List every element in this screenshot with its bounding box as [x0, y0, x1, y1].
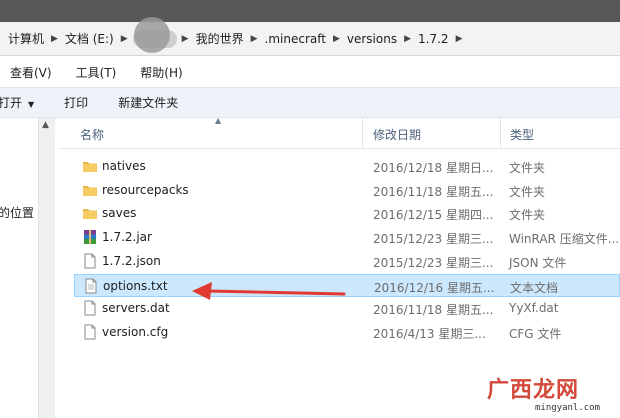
open-button-label: 打开 — [0, 96, 23, 110]
watermark-url: mingyanl.com — [535, 403, 601, 413]
arrow-head — [192, 282, 212, 300]
breadcrumb-drive-e[interactable]: 文档 (E:) — [61, 30, 118, 47]
navigation-pane: 的位置 — [0, 118, 38, 418]
breadcrumb-separator-icon[interactable]: ▶ — [248, 34, 261, 44]
menu-bar: 查看(V) 工具(T) 帮助(H) — [0, 57, 620, 87]
navigation-scrollbar[interactable]: ▲ — [38, 118, 55, 418]
breadcrumb-computer[interactable]: 计算机 — [4, 30, 48, 47]
breadcrumb-separator-icon[interactable]: ▶ — [453, 34, 466, 44]
open-button[interactable]: 打开 ▼ — [0, 94, 34, 111]
breadcrumb-separator-icon[interactable]: ▶ — [48, 34, 61, 44]
print-button[interactable]: 打印 — [64, 94, 88, 111]
address-bar[interactable]: 计算机 ▶ 文档 (E:) ▶ ▶ 我的世界 ▶ .minecraft ▶ ve… — [0, 22, 620, 56]
breadcrumb-separator-icon[interactable]: ▶ — [330, 34, 343, 44]
breadcrumb-separator-icon[interactable]: ▶ — [118, 34, 131, 44]
breadcrumb-separator-icon[interactable]: ▶ — [179, 34, 192, 44]
new-folder-button[interactable]: 新建文件夹 — [118, 94, 178, 111]
chevron-down-icon[interactable]: ▼ — [28, 100, 34, 109]
arrow-shaft — [206, 289, 346, 296]
breadcrumb-minecraft[interactable]: .minecraft — [261, 32, 330, 46]
menu-view[interactable]: 查看(V) — [0, 64, 64, 81]
menu-help[interactable]: 帮助(H) — [128, 64, 194, 81]
nav-item-recent-places[interactable]: 的位置 — [0, 204, 34, 221]
command-bar: 打开 ▼ 打印 新建文件夹 — [0, 87, 620, 118]
breadcrumb-versions[interactable]: versions — [343, 32, 401, 46]
breadcrumb-separator-icon[interactable]: ▶ — [401, 34, 414, 44]
cursor-highlight-circle — [134, 17, 170, 53]
scroll-up-icon[interactable]: ▲ — [42, 120, 49, 130]
breadcrumb-1-7-2[interactable]: 1.7.2 — [414, 32, 453, 46]
menu-tools[interactable]: 工具(T) — [64, 64, 129, 81]
watermark-logo: 广西龙网 — [487, 378, 580, 403]
breadcrumb-my-world[interactable]: 我的世界 — [192, 30, 248, 47]
window-title-bar — [0, 0, 620, 22]
breadcrumb: 计算机 ▶ 文档 (E:) ▶ ▶ 我的世界 ▶ .minecraft ▶ ve… — [0, 22, 465, 55]
